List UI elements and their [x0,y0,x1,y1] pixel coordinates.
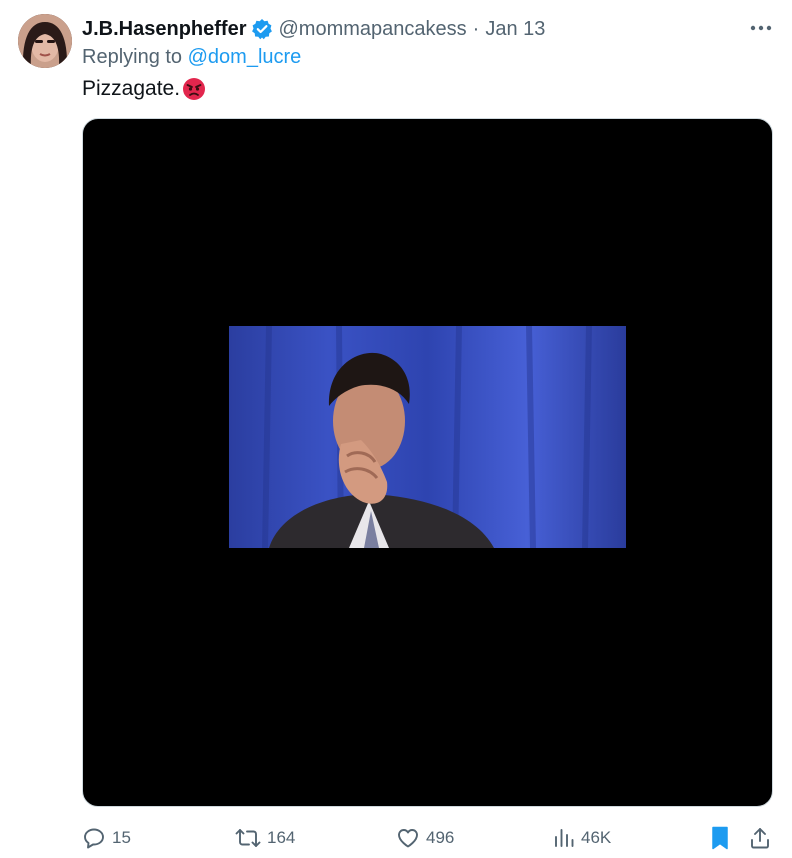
like-icon [396,826,420,850]
author-name[interactable]: J.B.Hasenpheffer [82,18,247,41]
retweet-button[interactable]: 164 [235,822,295,854]
reply-mention-link[interactable]: @dom_lucre [188,46,302,68]
tweet-header: J.B.Hasenpheffer @mommapancakess · Jan 1… [82,16,545,42]
views-button[interactable]: 46K [553,822,611,854]
tweet-date[interactable]: Jan 13 [485,18,545,41]
share-icon[interactable] [749,822,771,854]
retweet-icon [235,826,261,850]
reply-button[interactable]: 15 [82,822,131,854]
tweet-actions: 15 164 496 46K [82,822,774,854]
like-count: 496 [426,828,455,847]
reply-count: 15 [112,828,131,847]
bookmark-icon[interactable] [709,822,731,854]
views-icon [553,826,575,850]
author-handle[interactable]: @mommapancakess [279,18,467,41]
views-count: 46K [581,828,612,847]
video-player[interactable] [82,118,773,807]
verified-badge-icon[interactable] [251,18,273,40]
tweet-card[interactable]: J.B.Hasenpheffer @mommapancakess · Jan 1… [0,0,792,858]
tweet-text: Pizzagate. [82,77,206,101]
retweet-count: 164 [267,828,296,847]
more-icon[interactable] [748,18,774,38]
replying-to: Replying to @dom_lucre [82,46,301,69]
like-button[interactable]: 496 [396,822,454,854]
angry-face-emoji-icon [182,77,206,101]
tweet-text-content: Pizzagate. [82,77,181,100]
header-separator: · [472,17,480,40]
video-frame [229,326,626,548]
reply-icon [82,826,106,850]
replying-to-label: Replying to [82,46,188,68]
avatar[interactable] [18,14,72,68]
